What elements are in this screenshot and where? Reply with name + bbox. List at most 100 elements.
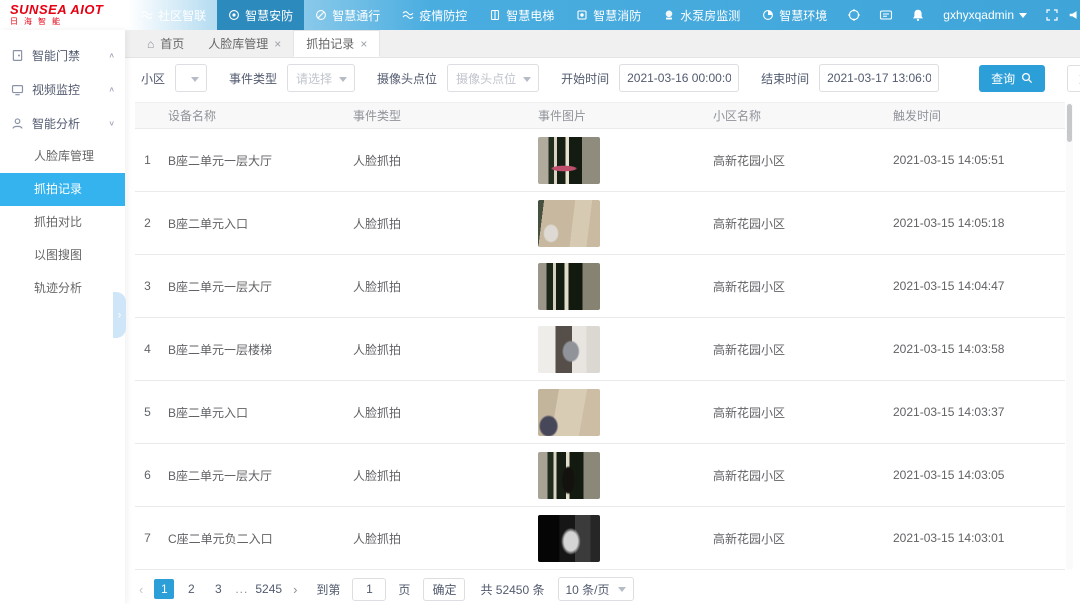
row-index: 2: [135, 192, 160, 254]
page-button-last[interactable]: 5245: [255, 579, 282, 599]
end-time-label: 结束时间: [761, 70, 809, 87]
prev-page-button[interactable]: ‹: [135, 582, 147, 597]
user-menu[interactable]: gxhyxqadmin: [943, 8, 1027, 22]
total-count: 共 52450 条: [480, 581, 544, 598]
chevron-down-icon: [1019, 13, 1027, 18]
topnav-label: 智慧安防: [245, 7, 293, 24]
sidebar-item-image-search[interactable]: 以图搜图: [0, 239, 125, 272]
header-event-type: 事件类型: [345, 103, 530, 128]
fullscreen-icon[interactable]: [1045, 8, 1059, 22]
event-photo[interactable]: [538, 515, 600, 562]
page-button-1[interactable]: 1: [154, 579, 174, 599]
row-index: 4: [135, 318, 160, 380]
pump-icon: [663, 9, 675, 21]
topnav-item-smart-security[interactable]: 智慧安防: [217, 0, 304, 30]
table-row: 2 B座二单元入口 人脸抓拍 高新花园小区 2021-03-15 14:05:1…: [135, 192, 1065, 255]
page-button-2[interactable]: 2: [181, 579, 201, 599]
target-icon[interactable]: [847, 8, 861, 22]
tab-home[interactable]: ⌂ 首页: [135, 30, 196, 57]
brand-subtitle: 日海智能: [10, 17, 130, 27]
sidebar-item-capture-compare[interactable]: 抓拍对比: [0, 206, 125, 239]
chevron-up-icon: ∧: [108, 51, 115, 60]
topnav-item-smart-environment[interactable]: 智慧环境: [751, 0, 838, 30]
community-cell: 高新花园小区: [705, 129, 885, 191]
device-name-cell: B座二单元一层楼梯: [160, 318, 345, 380]
event-photo[interactable]: [538, 326, 600, 373]
sidebar-group-label: 视频监控: [32, 81, 80, 98]
epidemic-icon: [402, 9, 414, 21]
elevator-icon: [489, 9, 501, 21]
sidebar-collapse-handle[interactable]: ‹: [113, 292, 126, 338]
filter-bar: 小区 事件类型 请选择 摄像头点位 摄像头点位 开始时间 结束时间 查询 重置: [125, 58, 1080, 98]
trigger-time-cell: 2021-03-15 14:03:58: [885, 318, 1065, 380]
event-type-cell: 人脸抓拍: [345, 129, 530, 191]
camera-label: 摄像头点位: [377, 70, 437, 87]
main-area: ⌂ 首页 人脸库管理 × 抓拍记录 × 小区 事件类型 请选择 摄像头点位 摄像…: [125, 30, 1080, 604]
close-icon[interactable]: ×: [360, 38, 367, 50]
announcement-icon[interactable]: [1068, 8, 1080, 22]
table-row: 5 B座二单元入口 人脸抓拍 高新花园小区 2021-03-15 14:03:3…: [135, 381, 1065, 444]
chevron-up-icon: ∧: [108, 85, 115, 94]
event-photo[interactable]: [538, 389, 600, 436]
collapse-arrow-icon: ‹: [118, 309, 122, 321]
next-page-button[interactable]: ›: [289, 582, 301, 597]
topnav-item-smart-fire[interactable]: 智慧消防: [565, 0, 652, 30]
trigger-time-cell: 2021-03-15 14:03:05: [885, 444, 1065, 506]
event-type-cell: 人脸抓拍: [345, 381, 530, 443]
community-select[interactable]: [175, 64, 207, 92]
community-cell: 高新花园小区: [705, 255, 885, 317]
reset-button[interactable]: 重置: [1067, 65, 1080, 92]
page-unit-label: 页: [398, 581, 410, 598]
table-scrollbar[interactable]: [1066, 103, 1073, 570]
home-icon: ⌂: [147, 37, 154, 51]
topnav-item-smart-elevator[interactable]: 智慧电梯: [478, 0, 565, 30]
search-button[interactable]: 查询: [979, 65, 1045, 92]
sidebar: 智能门禁 ∧ 视频监控 ∧ 智能分析 ∨ 人脸库管理 抓拍记录 抓拍对比 以图搜…: [0, 30, 125, 604]
sidebar-item-face-library[interactable]: 人脸库管理: [0, 140, 125, 173]
event-photo[interactable]: [538, 452, 600, 499]
fire-icon: [576, 9, 588, 21]
event-photo[interactable]: [538, 200, 600, 247]
scrollbar-thumb[interactable]: [1067, 104, 1072, 142]
start-time-input[interactable]: [619, 64, 739, 92]
row-index: 1: [135, 129, 160, 191]
sidebar-group-smart-analysis[interactable]: 智能分析 ∨: [0, 106, 125, 140]
event-type-select[interactable]: 请选择: [287, 64, 355, 92]
sidebar-item-label: 抓拍记录: [34, 182, 82, 196]
sidebar-item-track-analysis[interactable]: 轨迹分析: [0, 272, 125, 305]
topnav-item-community[interactable]: 社区智联: [130, 0, 217, 30]
sidebar-item-label: 抓拍对比: [34, 215, 82, 229]
header-event-photo: 事件图片: [530, 103, 705, 128]
topnav-item-smart-access[interactable]: 智慧通行: [304, 0, 391, 30]
topnav-label: 智慧电梯: [506, 7, 554, 24]
chevron-down-icon: ∨: [108, 119, 115, 128]
community-cell: 高新花园小区: [705, 318, 885, 380]
top-bar: SUNSEA AIOT 日海智能 社区智联 智慧安防 智慧通行 疫情防控 智慧电…: [0, 0, 1080, 30]
security-icon: [228, 9, 240, 21]
topnav-item-pump-monitor[interactable]: 水泵房监测: [652, 0, 751, 30]
goto-confirm-button[interactable]: 确定: [423, 578, 465, 601]
bell-icon[interactable]: [911, 8, 925, 22]
trigger-time-cell: 2021-03-15 14:05:51: [885, 129, 1065, 191]
sidebar-group-door-access[interactable]: 智能门禁 ∧: [0, 38, 125, 72]
close-icon[interactable]: ×: [274, 38, 281, 50]
header-device-name: 设备名称: [160, 103, 345, 128]
search-button-label: 查询: [991, 70, 1015, 87]
page-button-3[interactable]: 3: [208, 579, 228, 599]
tab-face-library[interactable]: 人脸库管理 ×: [196, 30, 293, 57]
event-photo[interactable]: [538, 263, 600, 310]
event-photo[interactable]: [538, 137, 600, 184]
camera-select[interactable]: 摄像头点位: [447, 64, 539, 92]
sidebar-group-video-monitor[interactable]: 视频监控 ∧: [0, 72, 125, 106]
page-size-select[interactable]: 10 条/页: [558, 577, 634, 601]
topnav-item-epidemic-control[interactable]: 疫情防控: [391, 0, 478, 30]
event-type-cell: 人脸抓拍: [345, 444, 530, 506]
sidebar-item-capture-records[interactable]: 抓拍记录: [0, 173, 125, 206]
header-trigger-time: 触发时间: [885, 103, 1065, 128]
end-time-input[interactable]: [819, 64, 939, 92]
goto-page-input[interactable]: [352, 578, 386, 601]
message-panel-icon[interactable]: [879, 8, 893, 22]
event-photo-cell: [530, 444, 705, 506]
community-label: 小区: [141, 70, 165, 87]
tab-capture-records[interactable]: 抓拍记录 ×: [293, 30, 380, 57]
